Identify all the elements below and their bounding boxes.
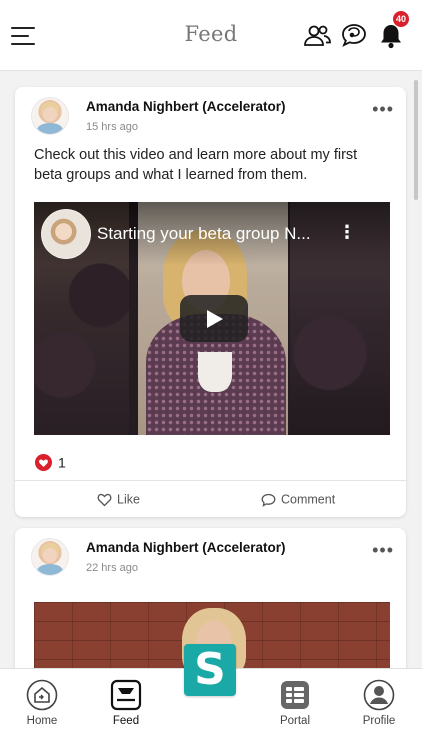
notification-badge: 40 <box>393 11 409 27</box>
post-card: Amanda Nighbert (Accelerator) 15 hrs ago… <box>15 87 406 517</box>
nav-profile-label: Profile <box>362 715 396 727</box>
video-menu-icon[interactable]: ⋮ <box>338 222 356 243</box>
more-options-icon[interactable]: ••• <box>372 540 394 561</box>
nav-feed-label: Feed <box>112 715 140 727</box>
people-icon[interactable] <box>303 22 331 50</box>
play-button[interactable] <box>180 295 248 342</box>
nav-home-label: Home <box>26 715 58 727</box>
more-options-icon[interactable]: ••• <box>372 99 394 120</box>
post-author[interactable]: Amanda Nighbert (Accelerator) <box>86 99 286 114</box>
nav-profile[interactable]: Profile <box>349 679 409 727</box>
comment-icon <box>261 493 276 507</box>
portal-grid-icon <box>281 681 309 709</box>
post-text: Check out this video and learn more abou… <box>34 147 358 183</box>
heart-icon <box>35 453 52 471</box>
video-player[interactable]: Starting your beta group N... ⋮ <box>34 202 390 435</box>
profile-icon <box>363 679 395 711</box>
like-button[interactable]: Like <box>97 492 140 507</box>
nav-portal-label: Portal <box>279 715 311 727</box>
avatar[interactable] <box>31 538 69 576</box>
feed-icon <box>110 679 142 711</box>
channel-avatar[interactable] <box>41 209 91 259</box>
like-summary[interactable]: 1 <box>35 453 66 471</box>
home-icon <box>26 679 58 711</box>
post-author[interactable]: Amanda Nighbert (Accelerator) <box>86 540 286 555</box>
nav-home[interactable]: Home <box>12 679 72 727</box>
video-title[interactable]: Starting your beta group N... <box>97 224 311 244</box>
top-app-bar: Feed 40 <box>0 0 422 71</box>
scrollbar[interactable] <box>414 80 418 200</box>
like-label: Like <box>117 492 140 507</box>
nav-portal[interactable]: Portal <box>265 679 325 727</box>
post-timestamp: 22 hrs ago <box>86 562 138 574</box>
heart-outline-icon <box>97 493 112 507</box>
comment-label: Comment <box>281 492 336 507</box>
divider <box>15 480 406 481</box>
avatar[interactable] <box>31 97 69 135</box>
nav-feed[interactable]: Feed <box>96 679 156 727</box>
like-count: 1 <box>58 454 66 471</box>
chat-bubbles-icon[interactable] <box>340 22 368 50</box>
comment-button[interactable]: Comment <box>261 492 335 507</box>
app-logo[interactable]: S <box>184 644 236 696</box>
post-timestamp: 15 hrs ago <box>86 121 138 133</box>
